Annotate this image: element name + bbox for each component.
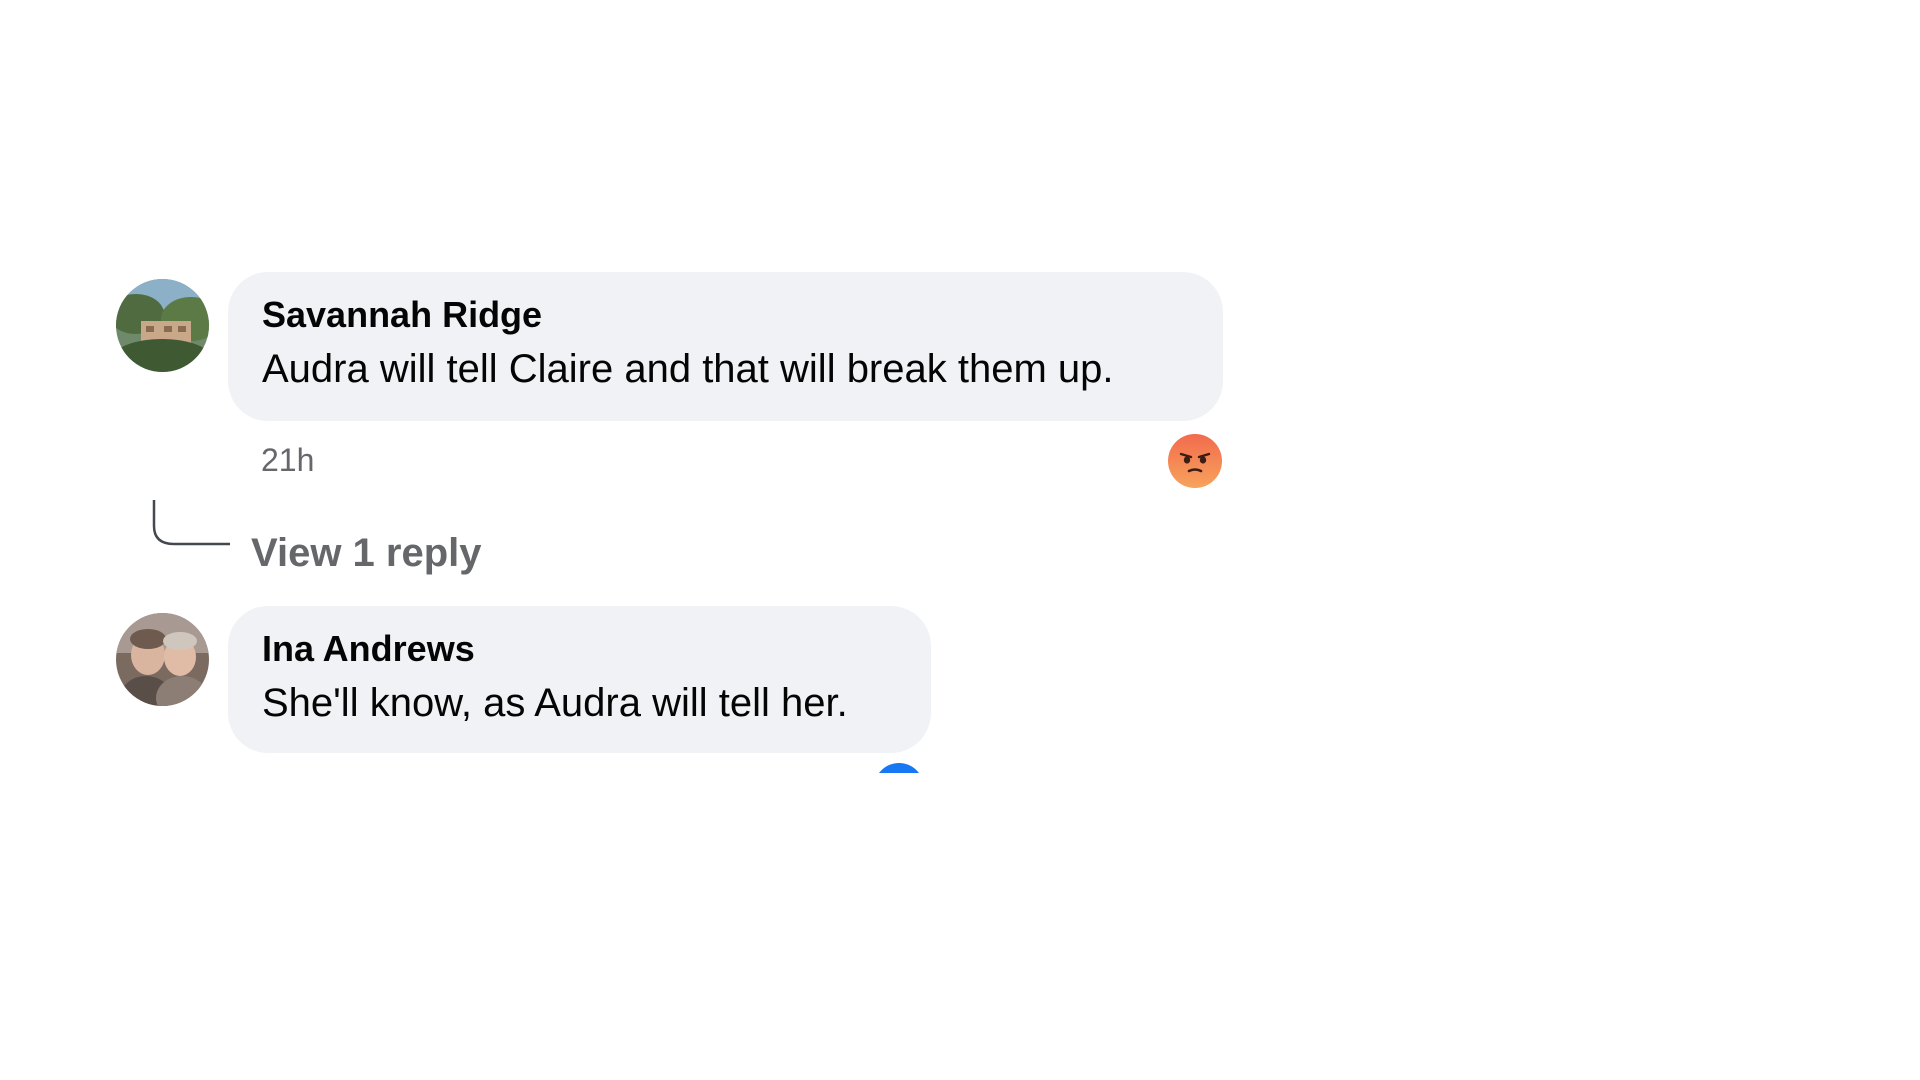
comment-thread: Savannah Ridge Audra will tell Claire an…: [0, 0, 1920, 1080]
reply-connector-line: [152, 500, 230, 546]
avatar[interactable]: [116, 613, 209, 706]
comment-bubble: Ina Andrews She'll know, as Audra will t…: [228, 606, 931, 753]
avatar-photo: [116, 279, 209, 372]
comment-author[interactable]: Ina Andrews: [262, 628, 897, 670]
like-reaction-icon[interactable]: [874, 763, 924, 773]
comment-text: Audra will tell Claire and that will bre…: [262, 347, 1114, 391]
comment-author[interactable]: Savannah Ridge: [262, 294, 1189, 336]
angry-reaction-icon[interactable]: [1168, 434, 1222, 488]
avatar[interactable]: [116, 279, 209, 372]
comment-text: She'll know, as Audra will tell her.: [262, 681, 848, 725]
comment-timestamp[interactable]: 21h: [261, 442, 314, 478]
comment-bubble: Savannah Ridge Audra will tell Claire an…: [228, 272, 1223, 421]
avatar-photo: [116, 613, 209, 706]
view-replies-link[interactable]: View 1 reply: [251, 529, 482, 577]
